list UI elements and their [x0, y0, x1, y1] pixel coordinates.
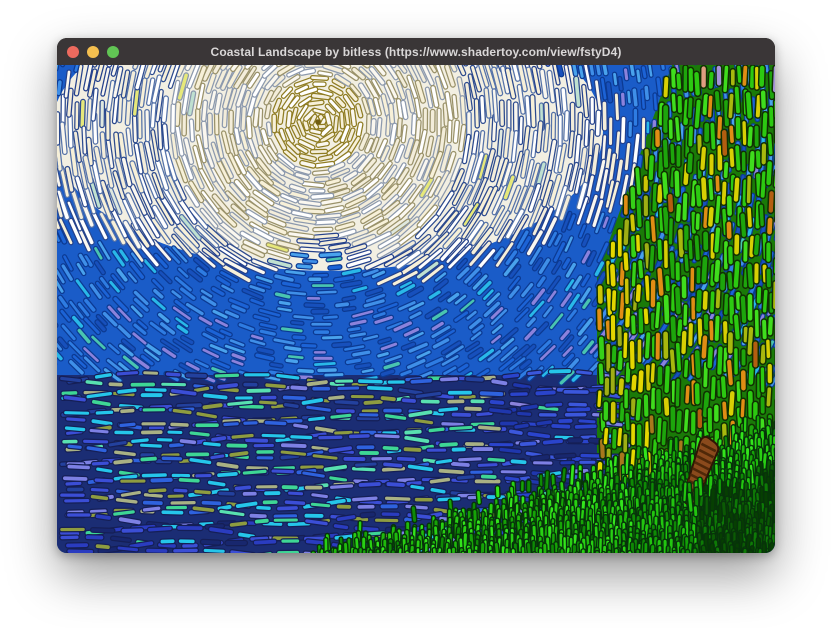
shader-viewport: [57, 65, 775, 553]
close-button[interactable]: [67, 46, 79, 58]
window-title: Coastal Landscape by bitless (https://ww…: [57, 45, 775, 59]
window-titlebar[interactable]: Coastal Landscape by bitless (https://ww…: [57, 38, 775, 65]
zoom-button[interactable]: [107, 46, 119, 58]
traffic-lights: [67, 46, 119, 58]
shader-canvas[interactable]: [57, 65, 775, 553]
minimize-button[interactable]: [87, 46, 99, 58]
app-window: Coastal Landscape by bitless (https://ww…: [57, 38, 775, 553]
